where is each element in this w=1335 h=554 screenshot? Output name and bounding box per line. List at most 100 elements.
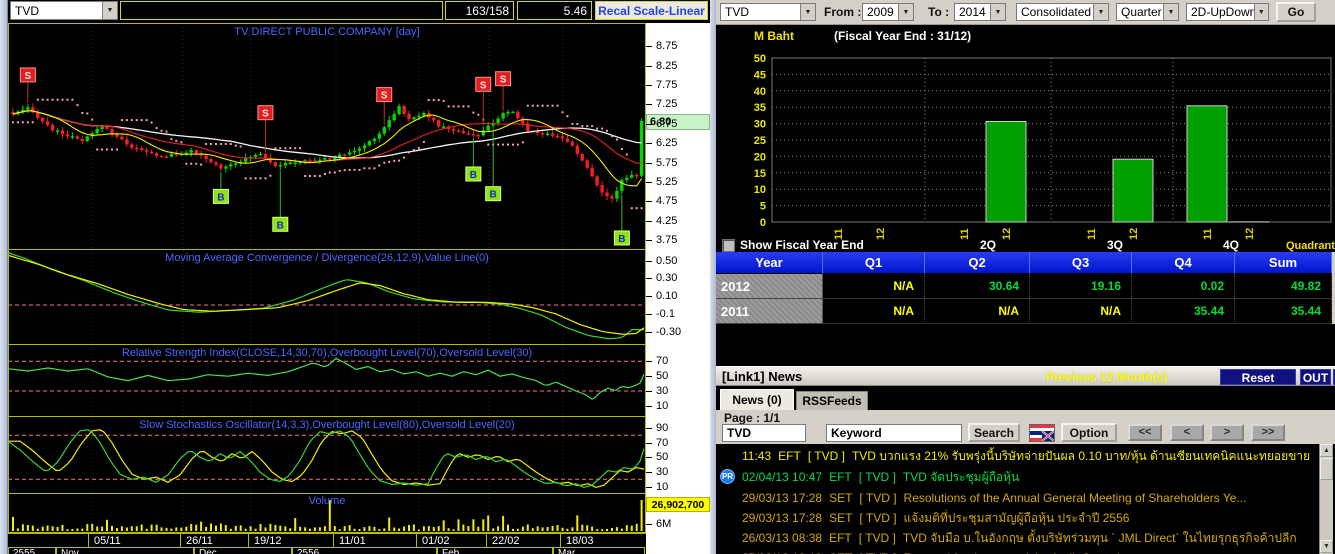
svg-text:B: B [470,170,477,181]
view-mode-combo[interactable]: 2D-UpDown ▼ [1186,3,1269,21]
news-time: 02/04/13 10:47 [742,470,823,484]
date-tick: 26/11 [186,535,213,547]
consolidated-combo[interactable]: Consolidated ▼ [1016,3,1109,21]
first-page-button[interactable]: << [1128,424,1162,441]
symbol-value: TVD [15,3,39,18]
news-scrollbar[interactable]: ▲ ▼ [1319,444,1333,554]
symbol-entry-box[interactable] [120,1,443,20]
col-sum: Sum [1235,252,1332,274]
pr-badge-icon: PR [720,469,735,484]
svg-text:15: 15 [754,168,766,180]
fin-symbol-value: TVD [725,5,749,19]
news-item[interactable]: 11:43 EFT [ TVD ] TVD บวกแรง 21% รับพรุ่งนี… [718,446,1318,466]
group-label-4q: 4Q [1222,238,1239,252]
value-cell: 35.44 [1132,299,1235,324]
value-axis-strip: 6.80 26,902,700 8.75 8.25 7.75 7.25 6.75 6.25… [646,23,710,554]
symbol-combo[interactable]: TVD ▼ [10,1,118,20]
value-cell: N/A [1030,299,1132,324]
news-item[interactable]: 26/03/13 08:38 EFT [ TVD ] TVD จับมือ บ.ในอ… [718,528,1318,548]
keyword-input[interactable] [826,424,962,442]
svg-text:B: B [217,192,224,203]
news-time: 26/03/13 08:38 [742,531,823,545]
chevron-down-icon[interactable]: ▼ [1093,4,1108,20]
period-value: Quarter [1121,5,1162,19]
svg-text:S: S [500,75,507,86]
reset-button[interactable]: Reset [1220,369,1296,385]
news-text: TVD จัดประชุมผู้ถือหุ้น [902,470,1020,484]
from-year-combo[interactable]: 2009 ▼ [862,3,914,21]
last-page-button[interactable]: >> [1251,424,1285,441]
th-en-flag-icon[interactable] [1029,424,1055,442]
page-indicator: Page : 1/1 [724,411,781,425]
svg-text:S: S [25,71,32,82]
show-fiscal-checkbox[interactable] [722,239,735,252]
date-tick: 11/01 [339,535,366,547]
scroll-down-icon[interactable]: ▼ [1320,540,1333,553]
news-item[interactable]: 29/03/13 17:28 SET [ TVD ] แจ้งมติที่ประชุม… [718,508,1318,528]
news-text: TVD จับมือ บ.ในอังกฤษ ตั้งบริษัทร่วมทุน … [902,531,1297,545]
to-year-value: 2014 [959,5,986,19]
news-titlebar: [Link1] News Previous 12 Month(s) Reset … [716,366,1335,386]
news-source: EFT [778,449,801,463]
news-controls: Page : 1/1 Search Option << < > >> [716,410,1335,444]
chevron-down-icon[interactable]: ▼ [102,2,117,19]
svg-text:20: 20 [754,151,766,163]
news-time: 29/03/13 17:28 [742,491,823,505]
svg-text:S: S [262,109,269,120]
left-scrollbar-strip[interactable] [0,0,8,554]
svg-text:S: S [480,80,487,91]
chevron-down-icon[interactable]: ▼ [1163,4,1178,20]
search-button[interactable]: Search [968,423,1020,442]
news-item[interactable]: 25/03/13 18:10SET[ TVD ]Renewal for the … [718,548,1318,554]
news-tag: [ TVD ] [859,511,897,525]
prev-page-button[interactable]: < [1170,424,1204,441]
date-tick: 05/11 [94,535,121,547]
chevron-down-icon[interactable]: ▼ [800,4,815,20]
spacer [716,324,1335,366]
news-text: TVD บวกแรง 21% รับพรุ่งนี้บริษัทจ่ายปันผ… [851,449,1311,463]
recal-scale-button[interactable]: Recal Scale-Linear [595,1,708,20]
scroll-up-icon[interactable]: ▲ [1320,444,1333,457]
quadrant-label: Quadrant [1286,240,1335,252]
stoch-chart-canvas [8,417,646,499]
fin-symbol-combo[interactable]: TVD ▼ [720,3,816,21]
value-cell: 35.44 [1235,299,1332,324]
next-page-button[interactable]: > [1210,424,1244,441]
tab-news[interactable]: News (0) [720,389,794,410]
svg-text:10: 10 [754,184,766,196]
consolidated-value: Consolidated [1021,5,1092,19]
news-symbol-input[interactable] [722,424,806,442]
news-item[interactable]: 29/03/13 17:28 SET [ TVD ] Resolutions of t… [718,488,1318,508]
chevron-down-icon[interactable]: ▼ [990,4,1005,20]
period-label: Nov [56,547,194,554]
financials-toolbar: TVD ▼ From : 2009 ▼ To : 2014 ▼ Consolid… [716,0,1335,25]
news-source: EFT [829,470,852,484]
value-cell: 49.82 [1235,274,1332,299]
to-year-combo[interactable]: 2014 ▼ [954,3,1006,21]
news-item[interactable]: PR 02/04/13 10:47 EFT [ TVD ] TVD จัดประชุม… [718,467,1318,487]
price-chart-canvas: S S S S S B B B B B [8,23,646,255]
volume-readout-badge: 26,902,700 [646,497,710,512]
macd-chart-canvas [8,250,646,350]
show-fiscal-label: Show Fiscal Year End [740,238,864,252]
option-button[interactable]: Option [1061,423,1117,442]
svg-text:12: 12 [1001,228,1013,240]
chevron-down-icon[interactable]: ▼ [898,4,913,20]
scrollbar-thumb[interactable] [1320,458,1333,480]
chevron-down-icon[interactable]: ▼ [1253,4,1268,20]
col-q4: Q4 [1132,252,1235,274]
go-button[interactable]: Go [1276,2,1316,22]
svg-text:11: 11 [959,228,971,240]
period-combo[interactable]: Quarter ▼ [1116,3,1179,21]
period-label: Feb [437,547,553,554]
year-cell: 2012 [716,274,823,299]
date-tick: 01/02 [422,535,450,547]
news-source: EFT [829,531,852,545]
svg-text:12: 12 [1244,228,1256,240]
value-cell: 0.02 [1132,274,1235,299]
tab-rssfeeds[interactable]: RSSFeeds [796,391,868,410]
period-label: 2556 [292,547,437,554]
news-tag: [ TVD ] [807,449,845,463]
year-cell: 2011 [716,299,823,324]
out-button[interactable]: OUT [1300,369,1331,385]
